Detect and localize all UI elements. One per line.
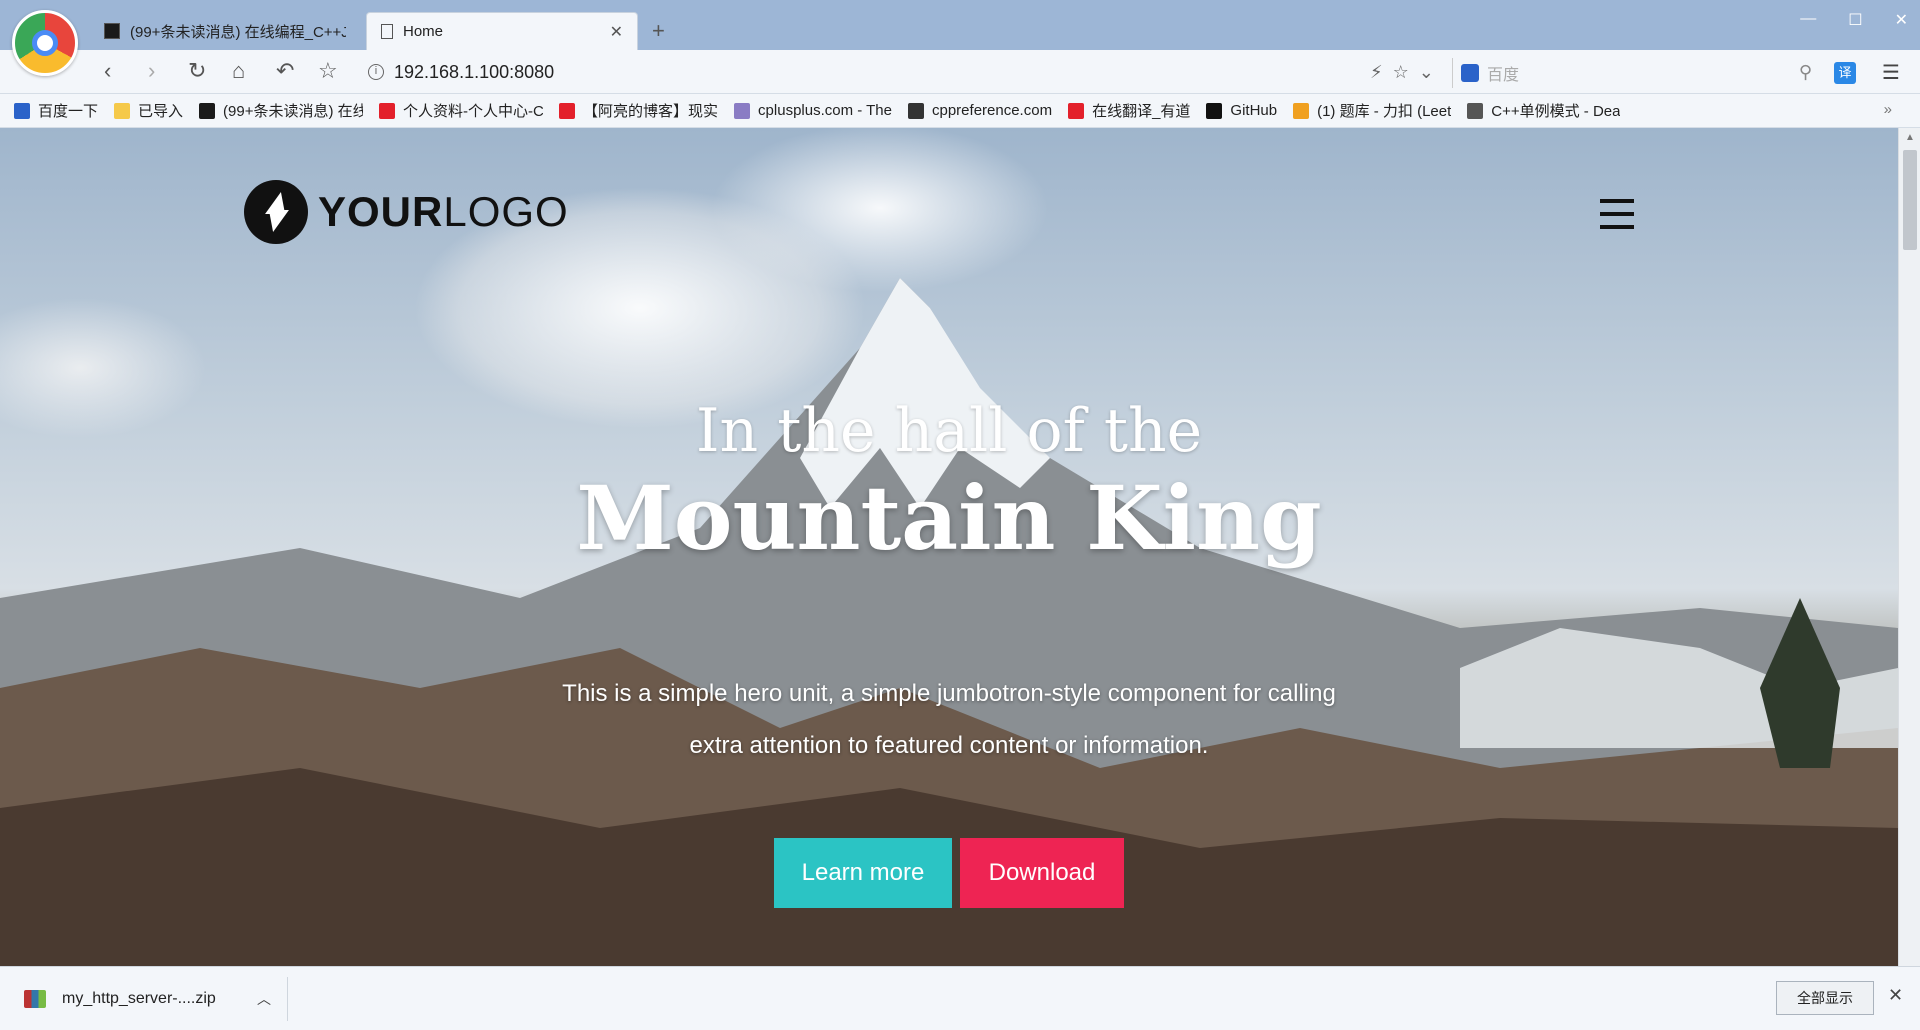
logo-text-bold: YOUR [318,188,444,235]
bookmark-label: 个人资料-个人中心-C [403,103,544,120]
bookmark-label: C++单例模式 - Dea [1491,103,1621,120]
bookmark-item[interactable]: 个人资料-个人中心-C [379,100,543,121]
blog-icon [1467,102,1484,119]
address-actions: ⚡ ☆ ⌄ [1370,62,1434,83]
favorite-star-icon[interactable]: ☆ [1393,62,1409,83]
tab-home[interactable]: Home ✕ [366,12,638,50]
show-all-downloads-button[interactable]: 全部显示 [1776,981,1874,1015]
bookmark-item[interactable]: (1) 题库 - 力扣 (Leet [1293,100,1451,121]
bookmark-label: (1) 题库 - 力扣 (Leet [1317,103,1452,120]
baidu-icon [1461,64,1479,82]
baidu-paw-icon [14,102,30,119]
download-button[interactable]: Download [960,838,1124,908]
menu-icon[interactable]: ☰ [1882,60,1900,85]
bookmark-item[interactable]: cplusplus.com - The [734,102,892,119]
back-icon[interactable]: ‹ [104,58,111,84]
bookmark-item[interactable]: (99+条未读消息) 在线 [199,100,363,121]
undo-close-icon[interactable]: ↶ [276,58,294,84]
bookmark-item[interactable]: 已导入 [114,100,183,121]
maximize-button[interactable]: ☐ [1848,10,1862,30]
home-icon[interactable]: ⌂ [232,58,245,84]
csdn-icon [199,102,216,119]
csdn-favicon-icon [104,23,120,39]
github-icon [1206,102,1223,119]
window-controls: — ☐ ✕ [1800,10,1908,30]
bookmark-label: cplusplus.com - The [758,102,892,119]
new-tab-button[interactable]: + [652,18,665,44]
close-shelf-icon[interactable]: ✕ [1888,985,1903,1006]
hero-description: This is a simple hero unit, a simple jum… [562,680,1336,759]
tab-title: Home [403,23,444,40]
bookmark-label: cppreference.com [932,102,1053,119]
speed-mode-icon[interactable]: ⚡ [1370,62,1383,83]
bookmark-item[interactable]: 【阿亮的博客】现实 [559,100,718,121]
site-info-icon[interactable]: i [368,64,384,80]
browser-logo-icon[interactable] [12,10,78,76]
bookmark-item[interactable]: C++单例模式 - Dea [1467,100,1620,121]
bookmark-item[interactable]: cppreference.com [908,102,1052,119]
download-shelf: my_http_server-....zip ︿ 全部显示 ✕ [0,966,1920,1030]
hamburger-menu-icon[interactable] [1600,199,1634,229]
bookmarks-overflow-icon[interactable]: » [1884,101,1892,118]
download-item[interactable]: my_http_server-....zip ︿ [24,977,288,1021]
page-viewport: YOUR LOGO In the hall of the Mountain Kin… [0,128,1898,966]
url-text[interactable]: 192.168.1.100:8080 [394,62,554,83]
leetcode-icon [1293,102,1310,119]
hero-subtitle: In the hall of the [695,396,1203,466]
forward-icon[interactable]: › [148,58,155,84]
bookmark-item[interactable]: 百度一下 [14,100,98,121]
tab-title: (99+条未读消息) 在线编程_C++J [130,23,346,41]
folder-icon [114,102,131,119]
bookmarks-bar: 百度一下 已导入 (99+条未读消息) 在线 个人资料-个人中心-C 【阿亮的博客】现实… [0,94,1920,128]
lightning-bolt-icon [244,180,308,244]
bookmark-label: 【阿亮的博客】现实 [583,103,719,120]
tab-csdn[interactable]: (99+条未读消息) 在线编程_C++J [90,12,360,50]
cppreference-icon [908,102,924,119]
vertical-scrollbar[interactable]: ▲ [1898,128,1920,966]
bookmark-label: 百度一下 [38,103,99,120]
translate-button[interactable]: 译 [1834,62,1856,84]
title-bar: (99+条未读消息) 在线编程_C++J Home ✕ + — ☐ ✕ [0,0,1920,76]
site-logo[interactable]: YOUR LOGO [244,180,569,244]
csdn-c-icon [379,102,396,119]
bookmark-item[interactable]: GitHub [1206,102,1277,119]
close-window-button[interactable]: ✕ [1895,10,1908,30]
close-tab-icon[interactable]: ✕ [610,22,623,42]
bookmark-label: 在线翻译_有道 [1092,103,1191,120]
bookmark-label: GitHub [1230,102,1278,119]
bookmark-label: (99+条未读消息) 在线 [223,103,364,120]
learn-more-button[interactable]: Learn more [774,838,952,908]
page-favicon-icon [381,24,393,39]
download-file-name[interactable]: my_http_server-....zip [62,990,257,1008]
chevron-up-icon[interactable]: ︿ [257,989,271,1009]
hero-title: Mountain King [576,466,1322,570]
minimize-button[interactable]: — [1800,10,1816,30]
address-bar[interactable]: i 192.168.1.100:8080 [356,58,1446,86]
bookmark-star-icon[interactable]: ☆ [318,58,338,84]
bookmark-item[interactable]: 在线翻译_有道 [1068,100,1190,121]
reload-icon[interactable]: ↻ [188,58,206,84]
scroll-up-icon[interactable]: ▲ [1905,132,1915,143]
bookmark-label: 已导入 [138,103,184,120]
scroll-thumb[interactable] [1903,150,1917,250]
youdao-icon [1068,102,1085,119]
logo-text-light: LOGO [443,188,569,235]
search-icon[interactable]: ⚲ [1799,62,1812,83]
navigation-bar: ‹ › ↻ ⌂ ↶ ☆ i 192.168.1.100:8080 ⚡ ☆ ⌄ 百… [0,50,1920,94]
search-box[interactable]: 百度 ⚲ [1452,58,1818,88]
chevron-down-icon[interactable]: ⌄ [1419,62,1434,83]
csdn-c-icon [559,102,576,119]
search-placeholder: 百度 [1487,67,1520,84]
zip-archive-icon [24,990,46,1008]
cplusplus-icon [734,102,751,119]
